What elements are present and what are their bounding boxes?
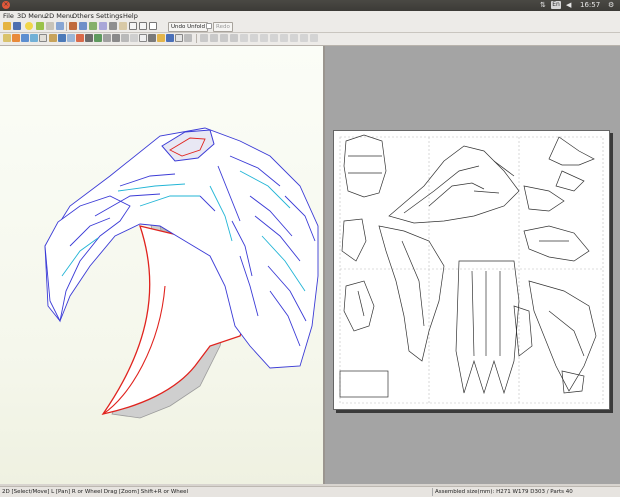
main-toolbar: Undo Unfold Redo bbox=[0, 21, 620, 33]
flap-toggle-icon[interactable] bbox=[300, 34, 308, 42]
redo-button[interactable]: Redo bbox=[213, 22, 233, 32]
unfold-icon[interactable] bbox=[79, 22, 87, 30]
menu-settings[interactable]: Settings bbox=[96, 11, 123, 21]
status-assembly-info: Assembled size(mm): H271 W179 D303 / Par… bbox=[432, 488, 615, 496]
faces-icon[interactable] bbox=[30, 34, 38, 42]
cut-icon[interactable] bbox=[85, 34, 93, 42]
grid-2d-icon[interactable] bbox=[240, 34, 248, 42]
model-icon[interactable] bbox=[46, 22, 54, 30]
info-icon[interactable] bbox=[175, 34, 183, 42]
color-icon[interactable] bbox=[94, 34, 102, 42]
edge-id-icon[interactable] bbox=[290, 34, 298, 42]
center-icon[interactable] bbox=[130, 34, 138, 42]
rotate-part-icon[interactable] bbox=[270, 34, 278, 42]
pencil-icon[interactable] bbox=[69, 22, 77, 30]
page-icon[interactable] bbox=[310, 34, 318, 42]
menu-others[interactable]: Others bbox=[72, 11, 94, 21]
flip-icon[interactable] bbox=[56, 22, 64, 30]
2d-view-pane[interactable] bbox=[325, 46, 620, 484]
window-menu-icon[interactable]: ⇅ bbox=[540, 1, 546, 10]
align-left-icon[interactable] bbox=[200, 34, 208, 42]
grid-3d-icon[interactable] bbox=[3, 34, 11, 42]
pan-icon[interactable] bbox=[112, 34, 120, 42]
3d-view-pane[interactable] bbox=[0, 46, 325, 484]
box-icon[interactable] bbox=[157, 34, 165, 42]
move-icon[interactable] bbox=[109, 22, 117, 30]
fold-lines-icon[interactable] bbox=[280, 34, 288, 42]
join-icon[interactable] bbox=[89, 22, 97, 30]
texture-icon[interactable] bbox=[12, 34, 20, 42]
frame-icon[interactable] bbox=[129, 22, 137, 30]
view-icon[interactable] bbox=[58, 34, 66, 42]
eagle-head-3d-model[interactable] bbox=[0, 46, 323, 484]
zoom-icon[interactable] bbox=[103, 34, 111, 42]
undo-unfold-button[interactable]: Undo Unfold bbox=[168, 22, 208, 32]
menu-2d[interactable]: 2D Menu bbox=[45, 11, 74, 21]
wire-icon[interactable] bbox=[67, 34, 75, 42]
paper-sheet[interactable] bbox=[333, 130, 610, 410]
window-icon[interactable] bbox=[139, 22, 147, 30]
numbers-icon[interactable] bbox=[39, 34, 47, 42]
layout-icon[interactable] bbox=[184, 34, 192, 42]
paper-icon[interactable] bbox=[139, 34, 147, 42]
print-icon[interactable] bbox=[148, 34, 156, 42]
power-gear-icon[interactable]: ⚙ bbox=[608, 1, 614, 10]
align-center-icon[interactable] bbox=[210, 34, 218, 42]
system-top-bar: × ⇅ En ◀ 16:57 ⚙ bbox=[0, 0, 620, 11]
open-folder-icon[interactable] bbox=[3, 22, 11, 30]
mirror-icon[interactable] bbox=[260, 34, 268, 42]
secondary-toolbar bbox=[0, 33, 620, 46]
flaps-icon[interactable] bbox=[49, 34, 57, 42]
menu-help[interactable]: Help bbox=[123, 11, 138, 21]
select-icon[interactable] bbox=[76, 34, 84, 42]
redo-checkbox-icon[interactable] bbox=[206, 23, 212, 29]
align-right-icon[interactable] bbox=[220, 34, 228, 42]
checkbox-icon[interactable] bbox=[149, 22, 157, 30]
clock[interactable]: 16:57 bbox=[580, 1, 600, 10]
save-icon[interactable] bbox=[13, 22, 21, 30]
close-window-icon[interactable]: × bbox=[2, 1, 10, 9]
toolbar-separator bbox=[66, 22, 67, 31]
keyboard-layout-indicator[interactable]: En bbox=[551, 1, 561, 9]
status-bar: 2D [Select/Move] L [Pan] R or Wheel Drag… bbox=[0, 486, 620, 497]
rotate-icon[interactable] bbox=[99, 22, 107, 30]
text-icon[interactable] bbox=[119, 22, 127, 30]
distribute-icon[interactable] bbox=[230, 34, 238, 42]
toolbar-separator bbox=[196, 34, 197, 43]
lightbulb-icon[interactable] bbox=[25, 22, 33, 30]
check-icon[interactable] bbox=[36, 22, 44, 30]
volume-icon[interactable]: ◀ bbox=[566, 1, 571, 10]
menu-file[interactable]: File bbox=[3, 11, 14, 21]
unfolded-pattern[interactable] bbox=[334, 131, 609, 409]
snap-icon[interactable] bbox=[250, 34, 258, 42]
menu-3d[interactable]: 3D Menu bbox=[17, 11, 46, 21]
edges-icon[interactable] bbox=[21, 34, 29, 42]
fit-icon[interactable] bbox=[121, 34, 129, 42]
flag-icon[interactable] bbox=[166, 34, 174, 42]
menu-bar: File 3D Menu 2D Menu Others Settings Hel… bbox=[0, 11, 620, 21]
